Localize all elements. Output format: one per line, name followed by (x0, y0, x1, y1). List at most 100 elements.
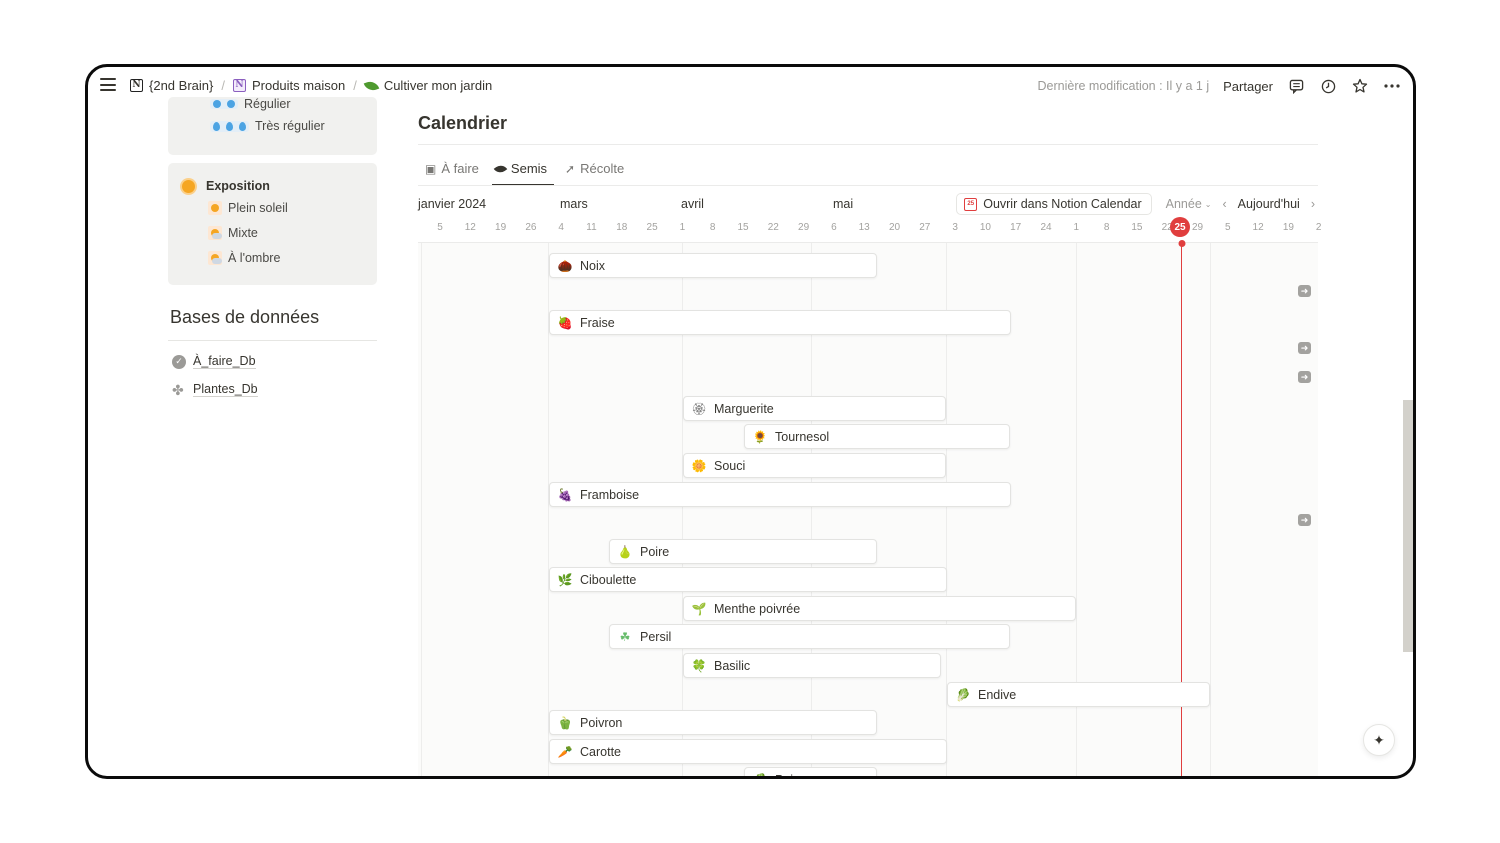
day-tick: 8 (709, 222, 716, 233)
breadcrumb-label: Produits maison (251, 78, 346, 93)
breadcrumb-label: {2nd Brain} (149, 78, 214, 93)
timeline-item[interactable]: 🍓 Fraise (549, 310, 1011, 335)
timeline-item-label: Poireau (775, 773, 818, 777)
exposition-item-ombre: À l'ombre (208, 251, 280, 265)
breadcrumb-produits-maison[interactable]: N Produits maison (232, 78, 346, 93)
day-tick: 26 (525, 222, 537, 233)
timeline-item[interactable]: 🥕 Carotte (549, 739, 947, 764)
plant-emoji-icon: 🥬 (955, 687, 971, 702)
timeline-item[interactable]: 🌿 Ciboulette (549, 567, 947, 592)
timeline-item[interactable]: ☘ Persil (609, 624, 1010, 649)
comment-icon[interactable] (1287, 77, 1305, 95)
plant-emoji-icon: 🌻 (752, 429, 768, 444)
last-modified: Dernière modification : Il y a 1 j (1037, 79, 1210, 93)
exposition-label: Mixte (228, 226, 258, 240)
menu-icon[interactable] (100, 78, 116, 91)
chevron-down-icon: ⌄ (1204, 199, 1212, 209)
timeline-item[interactable]: 🍐 Poire (609, 539, 877, 564)
plant-emoji-icon: 🌰 (557, 258, 573, 273)
timeline-item[interactable]: 🌻 Tournesol (744, 424, 1010, 449)
timeline-item[interactable]: 🏵 Marguerite (683, 396, 946, 421)
timeline-item[interactable]: 🌰 Noix (549, 253, 877, 278)
day-tick: 17 (1010, 222, 1022, 233)
exposition-card: Exposition Plein soleil Mixte À l'ombre (168, 163, 377, 285)
scroll-to-item-arrow-icon[interactable]: ➜ (1298, 285, 1311, 297)
range-label: Année (1165, 197, 1202, 211)
day-tick: 25 (646, 222, 658, 233)
database-link-plantes[interactable]: ✤ Plantes_Db (172, 382, 258, 397)
timeline-item[interactable]: 🫑 Poivron (549, 710, 877, 735)
timeline-item-label: Marguerite (714, 401, 774, 416)
page-title: Calendrier (418, 113, 508, 133)
timeline-item[interactable]: 🌱 Menthe poivrée (683, 596, 1076, 621)
today-button[interactable]: Aujourd'hui (1238, 197, 1300, 211)
day-tick: 19 (1282, 222, 1294, 233)
divider (168, 340, 377, 341)
exposition-header: Exposition (182, 179, 270, 193)
plant-emoji-icon: 🥬 (753, 773, 768, 777)
timeline-item-label: Carotte (580, 744, 621, 759)
tab-recolte[interactable]: ➚ Récolte (562, 159, 631, 184)
seed-icon (493, 162, 508, 175)
day-tick: 3 (952, 222, 958, 233)
three-drops-icon (210, 120, 249, 132)
ai-sparkle-button[interactable]: ✦ (1363, 724, 1395, 756)
history-clock-icon[interactable] (1319, 77, 1337, 95)
scroll-to-item-arrow-icon[interactable]: ➜ (1298, 514, 1311, 526)
star-icon[interactable] (1351, 77, 1369, 95)
day-tick: 4 (558, 222, 564, 233)
todo-icon: ▣ (425, 161, 437, 176)
day-tick: 22 (767, 222, 779, 233)
sun-behind-cloud-icon (208, 226, 222, 240)
plant-emoji-icon: 🌱 (691, 601, 707, 616)
tab-a-faire[interactable]: ▣ À faire (422, 159, 486, 184)
vertical-scrollbar[interactable] (1403, 400, 1413, 652)
range-select[interactable]: Année ⌄ (1166, 197, 1212, 211)
plant-emoji-icon: 🌼 (691, 458, 707, 473)
plant-emoji-icon: 🍓 (557, 315, 573, 330)
timeline-item-label: Poire (640, 544, 670, 559)
two-dots-icon (210, 99, 238, 109)
divider (418, 144, 1318, 145)
day-tick: 29 (1191, 222, 1204, 233)
scroll-to-item-arrow-icon[interactable]: ➜ (1298, 342, 1311, 354)
timeline-item-label: Menthe poivrée (714, 601, 801, 616)
share-button[interactable]: Partager (1223, 79, 1273, 94)
timeline-item[interactable]: 🥬 Poireau (744, 767, 877, 777)
breadcrumb-separator: / (353, 78, 357, 93)
check-circle-icon: ✓ (172, 354, 186, 369)
exposition-label: À l'ombre (228, 251, 281, 265)
timeline-item[interactable]: 🥬 Endive (947, 682, 1210, 707)
month-gridline (421, 243, 422, 776)
open-notion-calendar-button[interactable]: 25 Ouvrir dans Notion Calendar (956, 193, 1152, 215)
day-tick: 2 (1315, 222, 1322, 233)
notion-purple-icon: N (232, 79, 246, 92)
timeline-item-label: Noix (580, 258, 606, 273)
chevron-left-icon[interactable]: ‹ (1220, 197, 1230, 211)
timeline-item[interactable]: 🍀 Basilic (683, 653, 941, 678)
calendar-icon: 25 (964, 197, 978, 211)
exposition-item-mixte: Mixte (208, 226, 258, 240)
timeline-item-label: Framboise (580, 487, 640, 502)
scroll-to-item-arrow-icon[interactable]: ➜ (1298, 371, 1311, 383)
breadcrumb-label: Cultiver mon jardin (383, 78, 493, 93)
watering-label: Très régulier (255, 119, 325, 133)
watering-card: Régulier Très régulier (168, 97, 377, 155)
day-tick: 13 (858, 222, 870, 233)
plant-emoji-icon: 🫑 (557, 715, 573, 730)
timeline-item[interactable]: 🍇 Framboise (549, 482, 1011, 507)
timeline-item[interactable]: 🌼 Souci (683, 453, 946, 478)
watering-item-tres-regulier: Très régulier (210, 119, 325, 133)
chevron-right-icon[interactable]: › (1308, 197, 1318, 211)
today-dot (1178, 240, 1186, 247)
breadcrumb-2nd-brain[interactable]: N {2nd Brain} (130, 78, 213, 93)
breadcrumb-cultiver-mon-jardin[interactable]: Cultiver mon jardin (363, 78, 493, 93)
day-tick: 27 (919, 222, 931, 233)
database-link-a-faire[interactable]: ✓ À_faire_Db (172, 354, 256, 369)
today-badge: 25 (1170, 217, 1190, 237)
plant-emoji-icon: 🍇 (557, 487, 573, 502)
more-options-icon[interactable] (1383, 77, 1401, 95)
tab-semis[interactable]: Semis (491, 159, 555, 186)
timeline-item-label: Fraise (580, 315, 615, 330)
day-tick: 20 (888, 222, 901, 233)
